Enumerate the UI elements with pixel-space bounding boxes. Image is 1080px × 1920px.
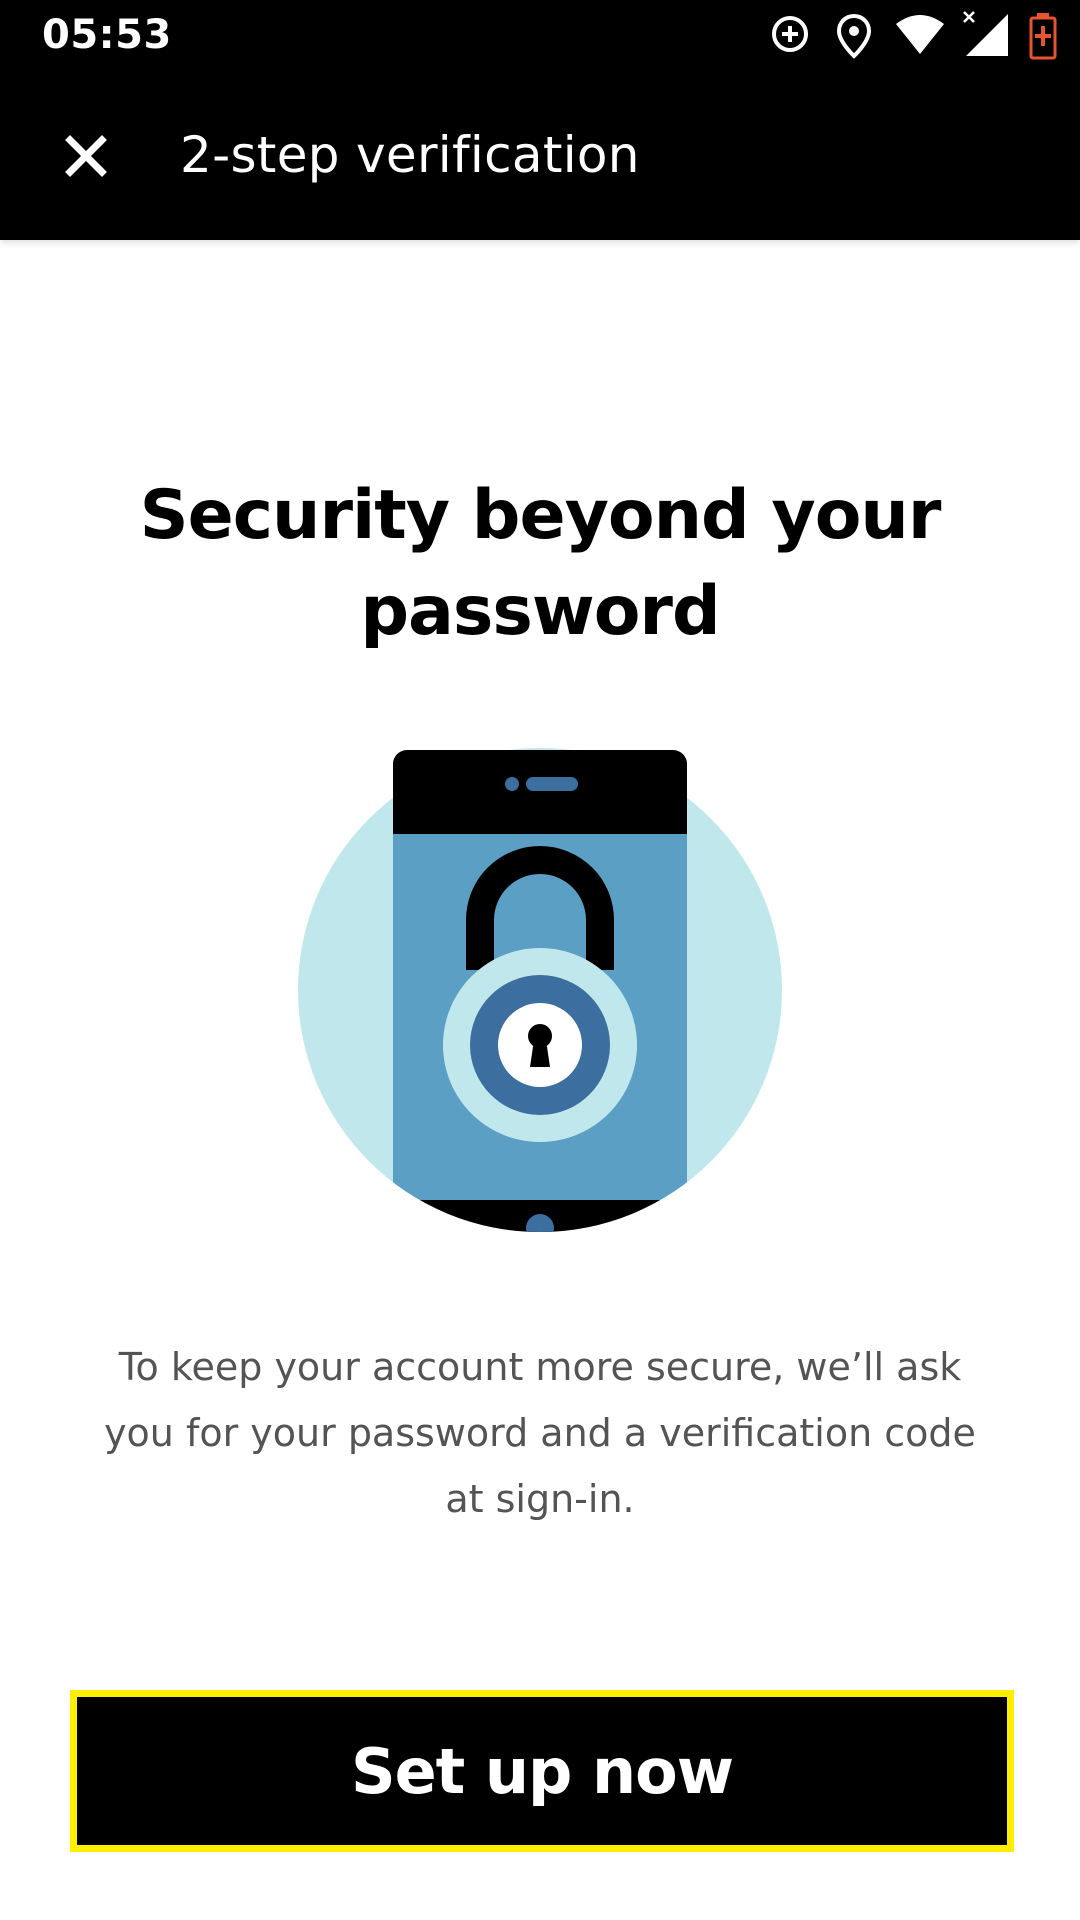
data-saver-icon	[768, 12, 812, 61]
headline: Security beyond your password	[139, 476, 942, 651]
page-title: 2-step verification	[180, 126, 640, 184]
battery-low-icon	[1028, 12, 1058, 65]
app-bar: 2-step verification	[0, 76, 1080, 240]
status-icons	[760, 0, 1080, 76]
location-icon	[834, 12, 874, 65]
status-time: 05:53	[42, 12, 172, 58]
phone-padlock-illustration	[290, 740, 790, 1240]
close-button[interactable]	[44, 116, 128, 200]
close-icon	[64, 134, 108, 183]
wifi-icon	[894, 12, 946, 61]
description-text: To keep your account more secure, we’ll …	[104, 1345, 976, 1521]
cellular-signal-icon	[960, 8, 1012, 63]
set-up-now-button[interactable]: Set up now	[70, 1690, 1014, 1852]
status-bar: 05:53	[0, 0, 1080, 76]
